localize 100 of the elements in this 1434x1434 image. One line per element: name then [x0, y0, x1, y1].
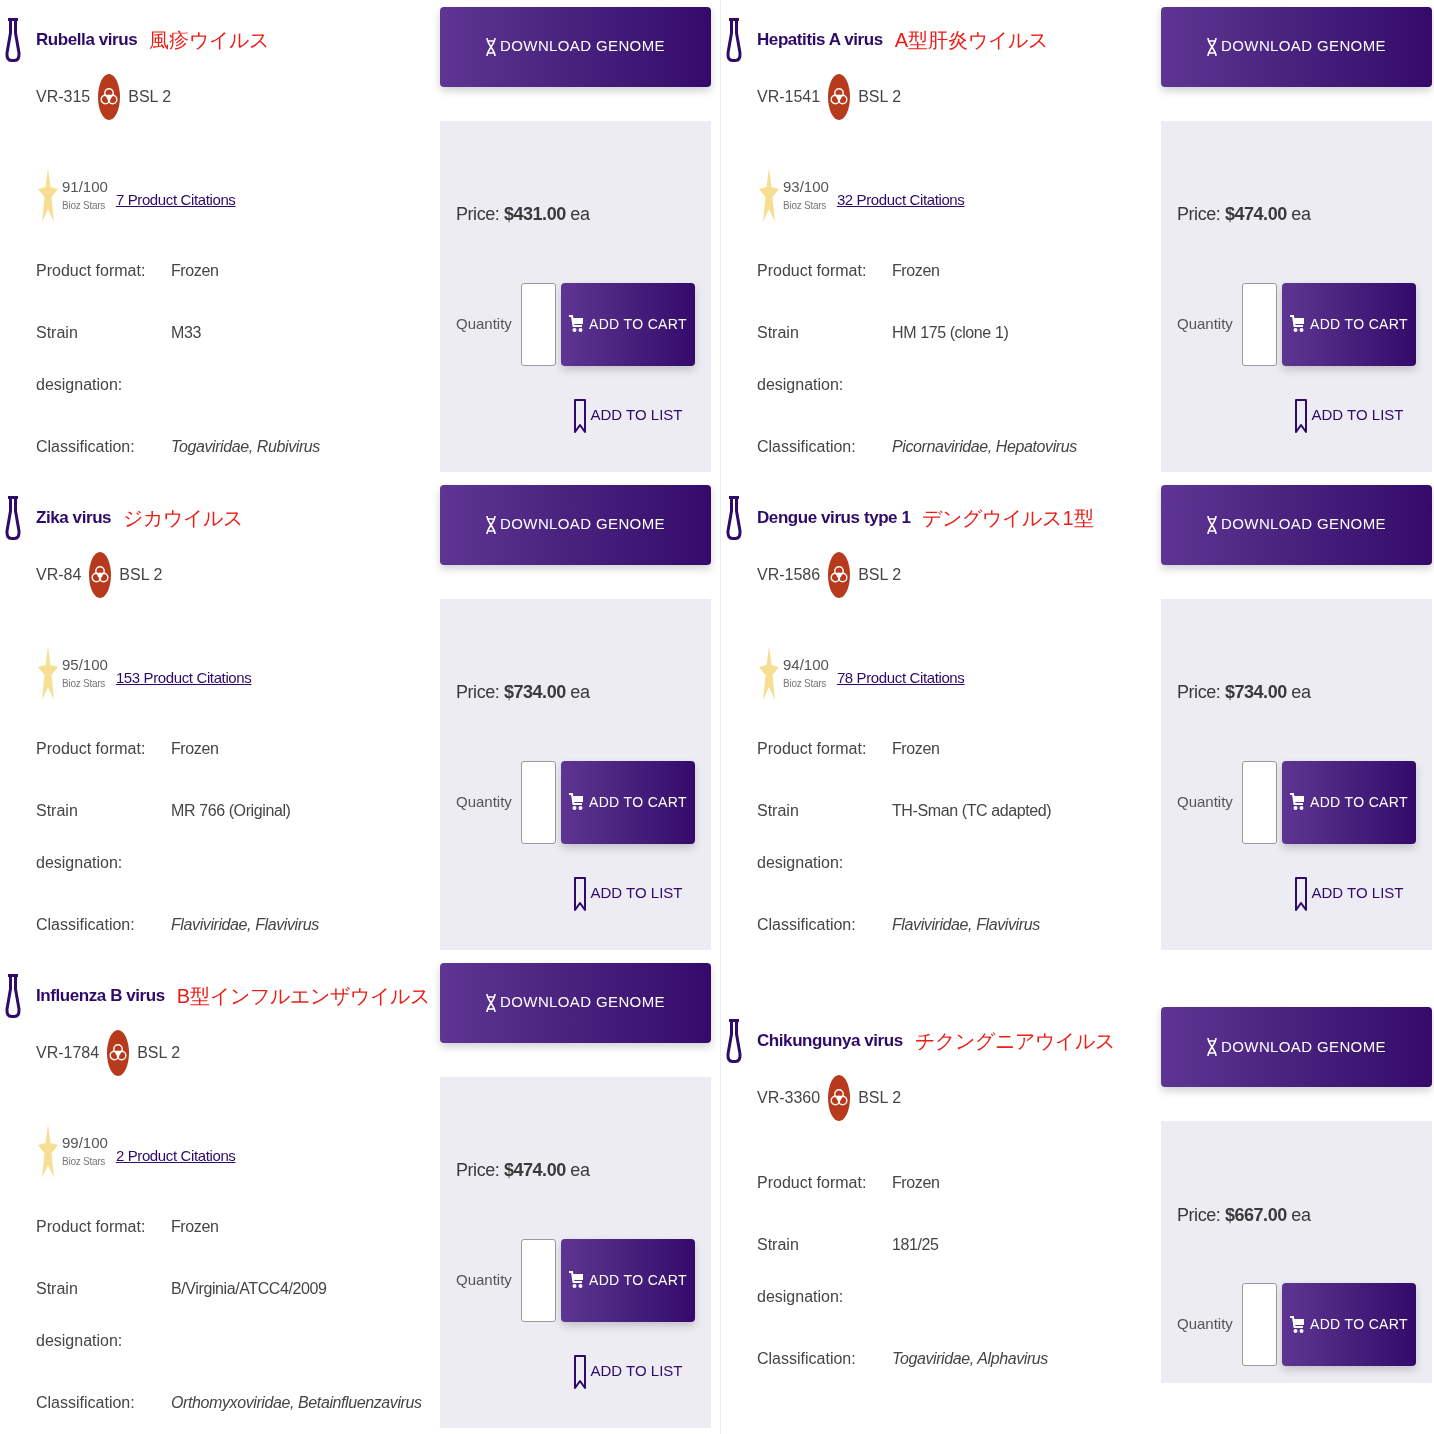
detail-label: Classification:: [757, 915, 857, 935]
add-to-list-button[interactable]: ADD TO LIST: [573, 876, 683, 911]
detail-label: Classification:: [36, 915, 136, 935]
flask-icon: [726, 1018, 742, 1063]
quantity-input[interactable]: [520, 760, 556, 844]
biosafety-level: BSL 2: [137, 1043, 181, 1063]
add-to-list-button[interactable]: ADD TO LIST: [573, 1354, 683, 1389]
download-genome-button[interactable]: DOWNLOAD GENOME: [440, 484, 711, 565]
detail-value: TH-Sman (TC adapted): [892, 802, 1052, 819]
flask-icon: [726, 496, 742, 540]
citations-link[interactable]: 7 Product Citations: [115, 188, 236, 212]
add-to-list-button[interactable]: ADD TO LIST: [1294, 876, 1404, 911]
detail-value: Togaviridae, Alphavirus: [892, 1349, 1048, 1367]
detail-label: Classification:: [757, 1348, 857, 1369]
quantity-input[interactable]: [520, 1238, 556, 1322]
bioz-score: 94/100: [783, 655, 829, 675]
detail-label: Product format:: [757, 261, 868, 281]
product-title: Hepatitis A virus: [757, 29, 883, 52]
product-title: Dengue virus type 1: [757, 507, 911, 530]
dna-icon: [486, 37, 497, 56]
catalog-number: VR-1784: [36, 1043, 100, 1063]
download-genome-button[interactable]: DOWNLOAD GENOME: [440, 6, 711, 87]
detail-value: Frozen: [892, 262, 940, 279]
price-text: Price: $734.00 ea: [456, 681, 590, 704]
detail-label: Product format:: [36, 261, 147, 281]
detail-value: Frozen: [171, 1218, 219, 1235]
bioz-label: Bioz Stars: [62, 199, 107, 213]
dna-icon: [1207, 1038, 1218, 1056]
detail-value: MR 766 (Original): [171, 802, 291, 819]
citations-link[interactable]: 153 Product Citations: [115, 666, 252, 690]
biosafety-level: BSL 2: [858, 565, 902, 585]
add-to-cart-button[interactable]: ADD TO CART: [1281, 282, 1416, 366]
price-text: Price: $431.00 ea: [456, 203, 590, 226]
detail-label: Classification:: [36, 1393, 136, 1413]
citations-link[interactable]: 78 Product Citations: [836, 666, 965, 690]
quantity-input[interactable]: [520, 282, 556, 366]
add-to-cart-button[interactable]: ADD TO CART: [560, 760, 695, 844]
cart-icon: [568, 1271, 583, 1289]
detail-value: M33: [171, 324, 201, 341]
download-genome-button[interactable]: DOWNLOAD GENOME: [1161, 1007, 1432, 1087]
detail-value: Frozen: [171, 262, 219, 279]
catalog-number: VR-3360: [757, 1087, 821, 1108]
detail-value: Frozen: [892, 1173, 940, 1191]
download-genome-button[interactable]: DOWNLOAD GENOME: [440, 962, 711, 1043]
detail-value: Togaviridae, Rubivirus: [171, 438, 320, 455]
detail-label: Strain designation:: [757, 323, 845, 395]
catalog-number: VR-1586: [757, 565, 821, 585]
biohazard-icon: [98, 74, 121, 120]
detail-label: Product format:: [757, 1172, 868, 1193]
bookmark-icon: [1294, 876, 1307, 911]
cart-icon: [568, 315, 583, 333]
japanese-name: デングウイルス1型: [922, 506, 1094, 531]
biosafety-level: BSL 2: [128, 87, 172, 107]
price-text: Price: $474.00 ea: [456, 1159, 590, 1182]
detail-label: Product format:: [757, 739, 868, 759]
bookmark-icon: [573, 398, 586, 433]
dna-icon: [486, 993, 497, 1012]
price-text: Price: $474.00 ea: [1177, 203, 1311, 226]
detail-label: Classification:: [757, 437, 857, 457]
price-text: Price: $667.00 ea: [1177, 1203, 1311, 1227]
catalog-number: VR-315: [36, 87, 91, 107]
add-to-cart-button[interactable]: ADD TO CART: [1281, 760, 1416, 844]
detail-value: Orthomyxoviridae, Betainfluenzavirus: [171, 1394, 422, 1411]
add-to-list-button[interactable]: ADD TO LIST: [1294, 398, 1404, 433]
catalog-number: VR-84: [36, 565, 82, 585]
detail-value: Frozen: [171, 740, 219, 757]
bookmark-icon: [1294, 398, 1307, 433]
flask-icon: [5, 974, 21, 1018]
download-genome-button[interactable]: DOWNLOAD GENOME: [1161, 6, 1432, 87]
detail-value: Flaviviridae, Flavivirus: [171, 916, 319, 933]
add-to-cart-button[interactable]: ADD TO CART: [560, 1238, 695, 1322]
dna-icon: [1207, 37, 1218, 56]
japanese-name: チクングニアウイルス: [914, 1028, 1115, 1054]
bioz-label: Bioz Stars: [783, 677, 828, 691]
dna-icon: [486, 515, 497, 534]
detail-value: 181/25: [892, 1235, 939, 1253]
cart-icon: [1289, 1315, 1304, 1334]
biohazard-icon: [828, 74, 851, 120]
add-to-cart-button[interactable]: ADD TO CART: [1281, 1283, 1416, 1366]
quantity-label: Quantity: [1177, 791, 1233, 812]
add-to-list-button[interactable]: ADD TO LIST: [573, 398, 683, 433]
quantity-input[interactable]: [1241, 1283, 1277, 1366]
bookmark-icon: [573, 1354, 586, 1389]
detail-value: HM 175 (clone 1): [892, 324, 1009, 341]
product-title: Zika virus: [36, 507, 112, 530]
add-to-cart-button[interactable]: ADD TO CART: [560, 282, 695, 366]
download-genome-button[interactable]: DOWNLOAD GENOME: [1161, 484, 1432, 565]
biohazard-icon: [828, 1074, 851, 1121]
detail-value: Frozen: [892, 740, 940, 757]
citations-link[interactable]: 32 Product Citations: [836, 188, 965, 212]
quantity-label: Quantity: [456, 791, 512, 812]
biohazard-icon: [89, 552, 112, 598]
flask-icon: [5, 496, 21, 540]
bioz-score: 93/100: [783, 177, 829, 197]
quantity-input[interactable]: [1241, 760, 1277, 844]
flask-icon: [726, 18, 742, 62]
detail-label: Product format:: [36, 739, 147, 759]
detail-label: Classification:: [36, 437, 136, 457]
citations-link[interactable]: 2 Product Citations: [115, 1144, 236, 1168]
quantity-input[interactable]: [1241, 282, 1277, 366]
